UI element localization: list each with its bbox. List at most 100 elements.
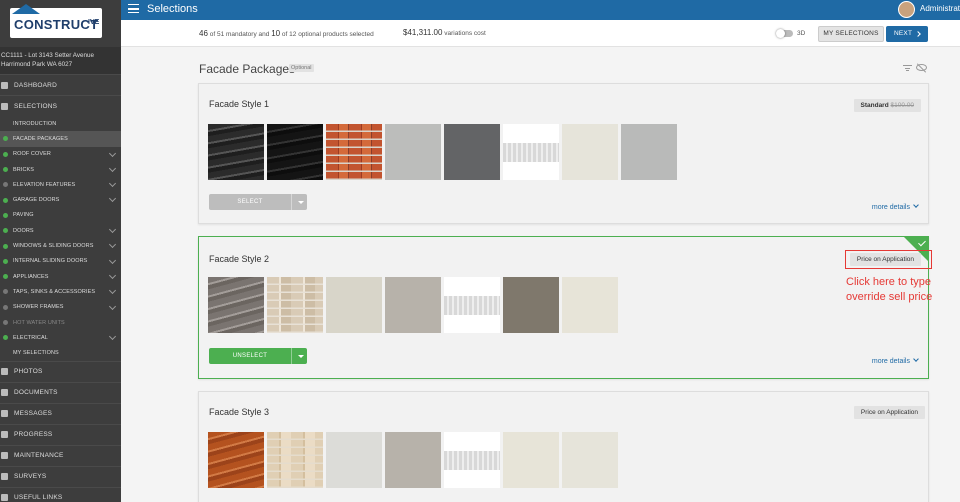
material-swatch[interactable] (208, 124, 264, 180)
chevron-down-icon[interactable] (108, 333, 117, 341)
wrench-icon (1, 452, 8, 460)
chevron-down-icon[interactable] (108, 164, 117, 172)
sidebar-item-elevation-features[interactable]: ELEVATION FEATURES (0, 177, 121, 192)
sidebar-item-label: ROOF COVER (13, 151, 51, 158)
sidebar-item-facade-packages[interactable]: FACADE PACKAGES (0, 131, 121, 147)
material-swatch[interactable] (444, 432, 500, 488)
sidebar-item-bricks[interactable]: BRICKS (0, 162, 121, 177)
chevron-down-icon[interactable] (108, 241, 117, 249)
sidebar-item-doors[interactable]: DOORS (0, 223, 121, 238)
chevron-down-icon[interactable] (108, 195, 117, 203)
sidebar-item-label: SHOWER FRAMES (13, 304, 64, 311)
price-badge[interactable]: Price on Application (853, 406, 925, 419)
chevron-down-icon[interactable] (108, 302, 117, 310)
mandatory-selected-count: 46 (199, 29, 208, 38)
package-card-1: Facade Style 1 Standard $100.00 SELECT m… (198, 83, 929, 224)
dropdown-caret-icon[interactable] (291, 348, 307, 364)
variations-cost: $41,311.00 variations cost (403, 28, 486, 37)
material-swatch[interactable] (562, 277, 618, 333)
material-swatch[interactable] (267, 124, 323, 180)
material-swatch[interactable] (326, 277, 382, 333)
sidebar-item-progress[interactable]: PROGRESS (0, 423, 121, 445)
sidebar-item-label: TAPS, SINKS & ACCESSORIES (13, 288, 96, 295)
annotation-highlight-box (845, 250, 932, 269)
material-swatch[interactable] (385, 432, 441, 488)
more-details-link[interactable]: more details (872, 358, 918, 365)
sidebar-item-roof-cover[interactable]: ROOF COVER (0, 147, 121, 162)
sidebar-item-label: WINDOWS & SLIDING DOORS (13, 243, 94, 250)
sidebar-item-paving[interactable]: PAVING (0, 208, 121, 223)
chevron-down-icon[interactable] (108, 180, 117, 188)
material-swatch[interactable] (444, 277, 500, 333)
material-swatch[interactable] (385, 124, 441, 180)
filter-icon[interactable] (903, 65, 912, 72)
material-swatch[interactable] (326, 124, 382, 180)
sidebar-item-taps-sinks-accessories[interactable]: TAPS, SINKS & ACCESSORIES (0, 284, 121, 299)
sidebar: CONSTRUCT IVE CC1111 - Lot 3143 Setter A… (0, 0, 121, 502)
material-swatch[interactable] (326, 432, 382, 488)
chevron-down-icon[interactable] (108, 226, 117, 234)
sidebar-item-maintenance[interactable]: MAINTENANCE (0, 444, 121, 466)
sidebar-item-my-selections[interactable]: MY SELECTIONS (0, 345, 121, 360)
material-swatch[interactable] (503, 432, 559, 488)
optional-text: optional products selected (298, 31, 374, 38)
material-swatch[interactable] (208, 277, 264, 333)
price-badge[interactable]: Standard $100.00 (853, 99, 921, 112)
package-card-2: Facade Style 2 Price on Application UNSE… (198, 236, 929, 379)
hide-eye-icon[interactable] (916, 64, 927, 71)
3d-toggle[interactable] (776, 29, 793, 38)
sidebar-item-electrical[interactable]: ELECTRICAL (0, 330, 121, 345)
address-line-1: CC1111 - Lot 3143 Setter Avenue (1, 52, 95, 59)
sidebar-item-photos[interactable]: PHOTOS (0, 360, 121, 382)
sidebar-item-appliances[interactable]: APPLIANCES (0, 269, 121, 284)
sidebar-item-windows-sliding-doors[interactable]: WINDOWS & SLIDING DOORS (0, 238, 121, 253)
complete-status-icon (3, 335, 8, 341)
user-name[interactable]: Administrator (920, 4, 960, 13)
sidebar-item-selections[interactable]: SELECTIONS (0, 95, 121, 116)
chevron-down-icon[interactable] (108, 256, 117, 264)
optional-total-count: 12 (289, 31, 297, 38)
sidebar-item-internal-sliding-doors[interactable]: INTERNAL SLIDING DOORS (0, 254, 121, 269)
select-button[interactable]: SELECT (209, 194, 307, 210)
material-swatch[interactable] (503, 124, 559, 180)
sidebar-item-useful-links[interactable]: USEFUL LINKS (0, 486, 121, 502)
menu-icon[interactable] (128, 4, 139, 13)
camera-icon (1, 368, 8, 376)
material-swatch[interactable] (267, 277, 323, 333)
sidebar-item-shower-frames[interactable]: SHOWER FRAMES (0, 300, 121, 315)
material-swatch[interactable] (444, 124, 500, 180)
next-button[interactable]: NEXT (886, 26, 928, 42)
app-logo[interactable]: CONSTRUCT IVE (10, 4, 102, 38)
chevron-down-icon[interactable] (108, 149, 117, 157)
my-selections-button[interactable]: MY SELECTIONS (818, 26, 884, 42)
dropdown-caret-icon[interactable] (291, 194, 307, 210)
material-swatch[interactable] (562, 432, 618, 488)
sidebar-item-documents[interactable]: DOCUMENTS (0, 381, 121, 403)
sidebar-item-surveys[interactable]: SURVEYS (0, 465, 121, 487)
selections-icon (1, 102, 8, 110)
more-details-link[interactable]: more details (872, 204, 918, 211)
link-icon (1, 494, 8, 502)
sidebar-item-introduction[interactable]: INTRODUCTION (0, 116, 121, 131)
material-swatch[interactable] (267, 432, 323, 488)
sidebar-item-garage-doors[interactable]: GARAGE DOORS (0, 192, 121, 207)
sidebar-item-dashboard[interactable]: DASHBOARD (0, 74, 121, 95)
optional-selected-count: 10 (271, 29, 281, 38)
material-swatch[interactable] (208, 432, 264, 488)
mail-icon (1, 410, 8, 418)
chevron-down-icon[interactable] (108, 271, 117, 280)
material-swatch[interactable] (385, 277, 441, 333)
material-swatch[interactable] (621, 124, 677, 180)
package-title: Facade Style 1 (209, 99, 270, 109)
incomplete-status-icon (3, 289, 8, 295)
chevron-right-icon (915, 31, 921, 37)
survey-icon (1, 473, 8, 481)
sidebar-item-messages[interactable]: MESSAGES (0, 402, 121, 424)
unselect-button[interactable]: UNSELECT (209, 348, 307, 364)
avatar[interactable] (898, 1, 915, 18)
chevron-down-icon[interactable] (108, 287, 117, 295)
material-swatch[interactable] (562, 124, 618, 180)
sidebar-item-label: DASHBOARD (14, 81, 57, 89)
material-swatch[interactable] (503, 277, 559, 333)
package-title: Facade Style 3 (209, 407, 270, 417)
